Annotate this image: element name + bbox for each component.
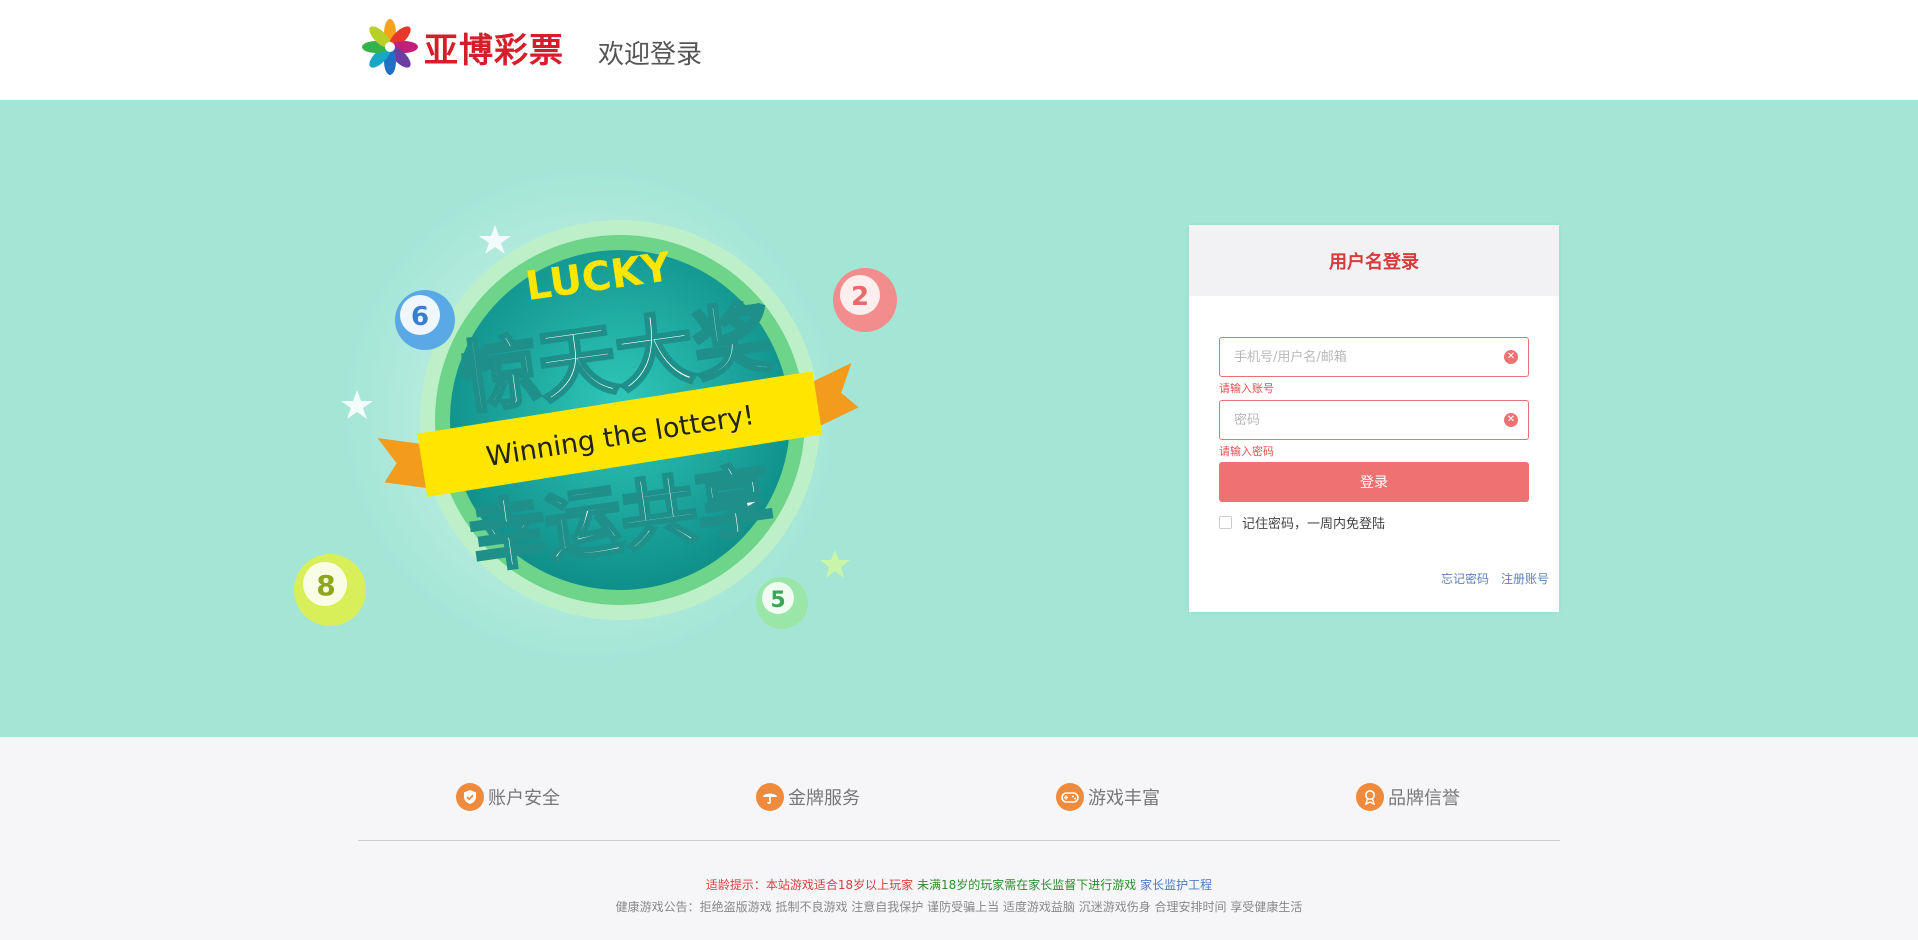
ball-six: 6 [411,302,429,332]
minor-tip: 未满18岁的玩家需在家长监督下进行游戏 [916,878,1137,892]
forgot-password-link[interactable]: 忘记密码 [1441,570,1489,587]
username-error: 请输入账号 [1219,382,1274,395]
feature-rich-games: 游戏丰富 [1056,782,1160,812]
feature-label: 账户安全 [488,788,560,809]
password-input[interactable] [1220,401,1480,439]
welcome-title: 欢迎登录 [598,40,703,70]
age-notice: 适龄提示：本站游戏适合18岁以上玩家 未满18岁的玩家需在家长监督下进行游戏 家… [0,876,1918,893]
password-error: 请输入密码 [1219,445,1274,458]
password-field[interactable]: ✕ [1219,400,1529,440]
feature-gold-service: 金牌服务 [756,782,860,812]
gamepad-icon [1056,783,1084,811]
logo-pinwheel-icon [362,19,418,75]
top-header: 亚博彩票 欢迎登录 [0,0,1918,100]
feature-bar: 账户安全 金牌服务 游戏丰富 品牌信誉 [0,782,1918,822]
age-tip: 适龄提示：本站游戏适合18岁以上玩家 [705,878,914,892]
feature-label: 游戏丰富 [1088,788,1160,809]
feature-brand-reputation: 品牌信誉 [1356,782,1460,812]
login-button[interactable]: 登录 [1219,462,1529,502]
shield-icon [456,783,484,811]
remember-checkbox[interactable] [1219,516,1232,529]
footer-divider [358,840,1560,841]
remember-option[interactable]: 记住密码，一周内免登陆 [1219,513,1385,532]
register-link[interactable]: 注册账号 [1501,570,1549,587]
login-title[interactable]: 用户名登录 [1329,248,1419,274]
lucky-banner-image: LUCKY 惊天大奖 Winning the lottery! 幸运共享 6 2… [294,170,897,665]
clear-username-icon[interactable]: ✕ [1504,350,1518,364]
health-notice: 健康游戏公告：拒绝盗版游戏 抵制不良游戏 注意自我保护 谨防受骗上当 适度游戏益… [615,900,1303,914]
ball-eight: 8 [316,569,335,602]
remember-label[interactable]: 记住密码，一周内免登陆 [1242,513,1385,532]
ball-two: 2 [851,282,869,312]
feature-label: 品牌信誉 [1388,788,1460,809]
clear-password-icon[interactable]: ✕ [1504,413,1518,427]
ball-five: 5 [770,588,785,613]
feature-account-security: 账户安全 [456,782,560,812]
hero-section: LUCKY 惊天大奖 Winning the lottery! 幸运共享 6 2… [0,100,1918,737]
login-panel: 用户名登录 ✕ 请输入账号 ✕ 请输入密码 登录 记住密码，一周内免登陆 忘记密… [1189,225,1559,612]
login-header: 用户名登录 [1189,225,1559,296]
brand-name: 亚博彩票 [424,30,564,71]
login-links: 忘记密码 注册账号 [1441,570,1549,587]
brand-logo[interactable]: 亚博彩票 [358,16,564,78]
award-icon [1356,783,1384,811]
parent-guardian-link[interactable]: 家长监护工程 [1140,878,1212,892]
username-input[interactable] [1220,338,1480,376]
umbrella-icon [756,783,784,811]
username-field[interactable]: ✕ [1219,337,1529,377]
feature-label: 金牌服务 [788,788,860,809]
